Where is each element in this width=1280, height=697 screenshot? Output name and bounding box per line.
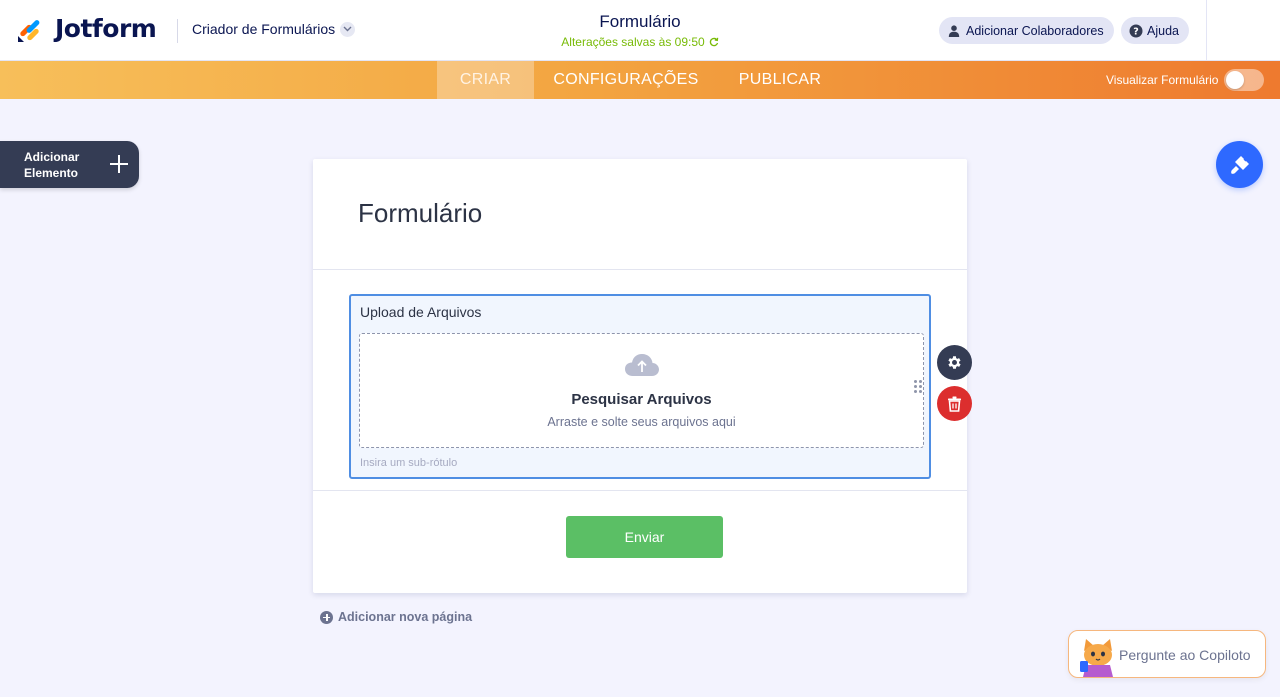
cat-avatar-icon [1080, 639, 1113, 677]
jotform-logo[interactable]: Jotform [17, 14, 157, 43]
drag-drop-text: Arraste e solte seus arquivos aqui [547, 415, 736, 429]
saved-status: Alterações salvas às 09:50 [540, 35, 740, 49]
gear-icon [948, 356, 961, 369]
add-element-button[interactable]: Adicionar Elemento [0, 141, 139, 188]
form-heading[interactable]: Formulário [358, 198, 482, 229]
saved-status-text: Alterações salvas às 09:50 [561, 35, 705, 49]
plus-circle-icon [320, 610, 333, 624]
refresh-icon [709, 37, 718, 47]
jotform-logo-icon [18, 19, 40, 42]
copilot-button[interactable]: Pergunte ao Copiloto [1068, 630, 1266, 678]
footer-separator [313, 490, 967, 491]
add-element-label: Adicionar Elemento [24, 149, 94, 181]
form-designer-button[interactable] [1216, 141, 1263, 188]
switch-knob [1226, 71, 1245, 89]
add-collaborators-button[interactable]: Adicionar Colaboradores [939, 17, 1114, 44]
builder-dropdown[interactable]: Criador de Formulários [192, 21, 356, 37]
delete-field-button[interactable] [937, 386, 972, 421]
upload-dropzone[interactable]: Pesquisar Arquivos Arraste e solte seus … [359, 333, 924, 448]
help-label: Ajuda [1147, 23, 1179, 38]
add-new-page-label: Adicionar nova página [338, 610, 473, 624]
add-new-page-button[interactable]: Adicionar nova página [320, 610, 472, 624]
builder-dropdown-label: Criador de Formulários [192, 21, 336, 37]
form-card: Formulário Upload de Arquivos Pesquisar … [313, 159, 967, 593]
header-form-title[interactable]: Formulário [540, 12, 740, 32]
drag-handle-icon[interactable] [914, 380, 922, 396]
copilot-label: Pergunte ao Copiloto [1119, 647, 1251, 663]
svg-text:?: ? [1133, 26, 1139, 37]
tab-configuracoes[interactable]: CONFIGURAÇÕES [534, 61, 718, 99]
submit-button[interactable]: Enviar [566, 516, 723, 558]
top-bar: Jotform Criador de Formulários Formulári… [0, 0, 1280, 61]
question-icon: ? [1129, 24, 1143, 37]
preview-toggle-label: Visualizar Formulário [1106, 73, 1219, 87]
tab-publicar[interactable]: PUBLICAR [718, 61, 842, 99]
main-nav: CRIAR CONFIGURAÇÕES PUBLICAR Visualizar … [0, 61, 1280, 99]
add-element-label-line1: Adicionar [24, 149, 80, 164]
logo-text: Jotform [55, 14, 157, 43]
user-icon [948, 24, 960, 37]
help-button[interactable]: ? Ajuda [1121, 17, 1189, 44]
header-separator [313, 269, 967, 270]
cloud-upload-icon [625, 354, 659, 376]
browse-files-text: Pesquisar Arquivos [571, 391, 712, 408]
preview-toggle: Visualizar Formulário [1106, 69, 1265, 91]
trash-icon [948, 396, 961, 412]
add-collaborators-label: Adicionar Colaboradores [966, 23, 1104, 38]
preview-switch[interactable] [1224, 69, 1265, 91]
field-settings-button[interactable] [937, 345, 972, 380]
header-divider [177, 19, 178, 43]
tab-criar[interactable]: CRIAR [437, 61, 534, 99]
chevron-down-icon [340, 21, 356, 37]
sublabel-placeholder[interactable]: Insira um sub-rótulo [360, 457, 457, 469]
paint-roller-icon [1230, 155, 1249, 174]
header-right-divider [1206, 0, 1207, 61]
add-element-label-line2: Elemento [24, 165, 79, 180]
upload-field-label[interactable]: Upload de Arquivos [360, 304, 481, 320]
file-upload-field[interactable]: Upload de Arquivos Pesquisar Arquivos Ar… [349, 294, 931, 479]
plus-icon [109, 154, 129, 174]
form-title-block: Formulário Alterações salvas às 09:50 [540, 12, 740, 49]
